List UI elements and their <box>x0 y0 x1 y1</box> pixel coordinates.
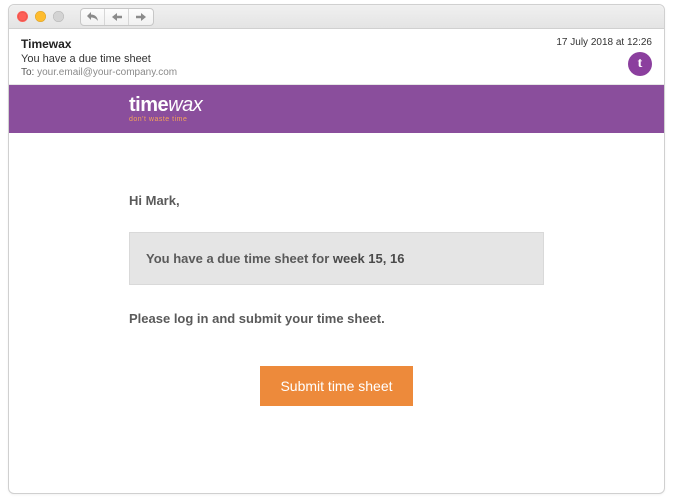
to-label: To: <box>21 67 34 78</box>
window-controls <box>17 11 64 22</box>
recipient-address: your.email@your-company.com <box>37 67 177 78</box>
window-titlebar <box>9 5 664 29</box>
email-body: Hi Mark, You have a due time sheet for w… <box>9 133 664 426</box>
email-window: Timewax You have a due time sheet To: yo… <box>8 4 665 494</box>
submit-timesheet-button[interactable]: Submit time sheet <box>260 366 412 406</box>
email-content: timewax don't waste time Hi Mark, You ha… <box>9 85 664 493</box>
zoom-window-button[interactable] <box>53 11 64 22</box>
email-header: Timewax You have a due time sheet To: yo… <box>9 29 664 85</box>
email-subject: You have a due time sheet <box>21 53 177 65</box>
recipient-line: To: your.email@your-company.com <box>21 67 177 78</box>
brand-logo: timewax don't waste time <box>129 95 202 123</box>
nav-button-group <box>80 8 154 26</box>
back-button[interactable] <box>105 9 129 25</box>
due-notice-box: You have a due time sheet for week 15, 1… <box>129 232 544 285</box>
brand-header: timewax don't waste time <box>9 85 664 133</box>
brand-name: timewax <box>129 95 202 115</box>
instruction-text: Please log in and submit your time sheet… <box>129 311 544 326</box>
greeting: Hi Mark, <box>129 193 544 208</box>
brand-tagline: don't waste time <box>129 116 202 123</box>
sender-name: Timewax <box>21 37 177 51</box>
notice-text: You have a due time sheet for <box>146 251 333 266</box>
email-date: 17 July 2018 at 12:26 <box>556 37 652 48</box>
sender-avatar: t <box>628 52 652 76</box>
close-window-button[interactable] <box>17 11 28 22</box>
minimize-window-button[interactable] <box>35 11 46 22</box>
reply-button[interactable] <box>81 9 105 25</box>
notice-weeks: week 15, 16 <box>333 251 405 266</box>
forward-button[interactable] <box>129 9 153 25</box>
avatar-letter: t <box>638 56 643 72</box>
